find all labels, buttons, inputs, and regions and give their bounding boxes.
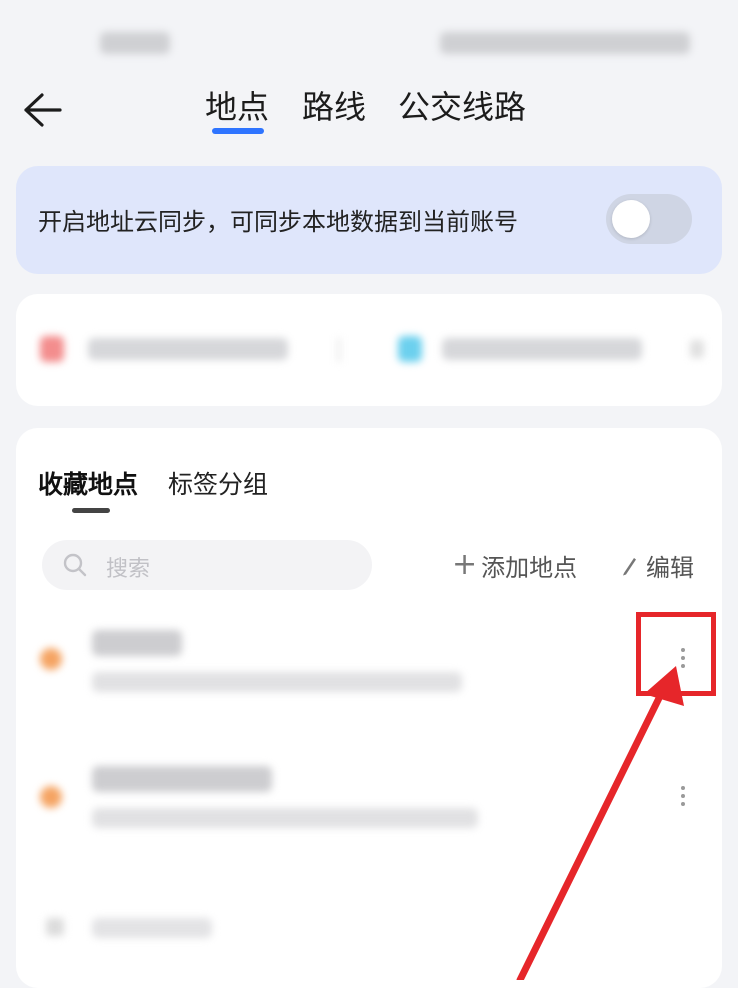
edit-label: 编辑 bbox=[646, 553, 694, 582]
place-dot-icon bbox=[40, 648, 62, 670]
annotation-highlight-box bbox=[636, 612, 716, 696]
home-icon bbox=[40, 336, 64, 362]
plus-icon: + bbox=[452, 547, 478, 582]
search-placeholder: 搜索 bbox=[106, 557, 151, 582]
cloud-sync-text: 开启地址云同步，可同步本地数据到当前账号 bbox=[38, 208, 518, 236]
cloud-sync-toggle[interactable] bbox=[606, 194, 692, 244]
active-tab-indicator bbox=[212, 128, 264, 134]
plus-icon bbox=[46, 918, 64, 936]
list-item[interactable] bbox=[16, 610, 722, 720]
divider bbox=[338, 338, 340, 362]
add-place-row[interactable] bbox=[16, 910, 722, 950]
favorites-card: 收藏地点 标签分组 搜索 + 添加地点 编辑 bbox=[16, 428, 722, 988]
work-address[interactable] bbox=[442, 338, 642, 360]
tab-places[interactable]: 地点 bbox=[205, 84, 269, 130]
cloud-sync-banner: 开启地址云同步，可同步本地数据到当前账号 bbox=[16, 166, 722, 274]
add-place-row-label bbox=[92, 918, 212, 938]
add-place-label: 添加地点 bbox=[481, 553, 578, 582]
place-dot-icon bbox=[40, 786, 62, 808]
place-name bbox=[92, 766, 272, 792]
status-bar bbox=[0, 0, 738, 80]
subtab-saved-places[interactable]: 收藏地点 bbox=[38, 468, 138, 502]
edit-button[interactable]: 编辑 bbox=[620, 546, 694, 584]
place-address bbox=[92, 672, 462, 692]
home-address[interactable] bbox=[88, 338, 288, 360]
add-place-button[interactable]: + 添加地点 bbox=[452, 546, 577, 584]
subtab-indicator bbox=[72, 508, 110, 513]
status-time bbox=[100, 32, 170, 54]
top-tab-bar: 地点 路线 公交线路 bbox=[0, 84, 738, 144]
tab-bus-lines[interactable]: 公交线路 bbox=[398, 84, 526, 130]
list-item[interactable] bbox=[16, 746, 722, 856]
toggle-knob bbox=[612, 200, 650, 238]
search-input[interactable]: 搜索 bbox=[42, 540, 372, 590]
chevron-right-icon bbox=[690, 340, 704, 358]
more-options-button[interactable] bbox=[666, 776, 700, 816]
pencil-icon bbox=[623, 558, 636, 576]
status-indicators bbox=[440, 32, 690, 54]
search-icon bbox=[63, 553, 87, 577]
tab-routes[interactable]: 路线 bbox=[302, 84, 366, 130]
home-work-card bbox=[16, 294, 722, 406]
more-vertical-icon bbox=[681, 784, 685, 808]
place-address bbox=[92, 808, 478, 828]
place-name bbox=[92, 630, 182, 656]
subtab-tag-groups[interactable]: 标签分组 bbox=[168, 468, 268, 502]
work-icon bbox=[398, 336, 422, 362]
